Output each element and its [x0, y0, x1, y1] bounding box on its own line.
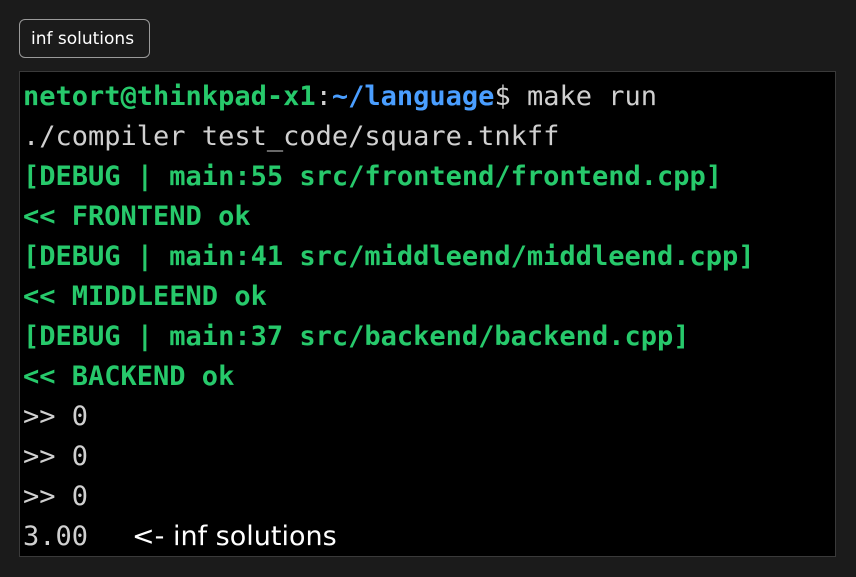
middleend-ok-line: << MIDDLEEND ok [23, 281, 267, 312]
debug-backend-line: [DEBUG | main:37 src/backend/backend.cpp… [23, 321, 690, 352]
terminal-window[interactable]: netort@thinkpad-x1:~/language$ make run … [19, 71, 836, 557]
result-line: 3.00 <- inf solutions [23, 517, 835, 556]
debug-middleend-line: [DEBUG | main:41 src/middleend/middleend… [23, 241, 755, 272]
frontend-ok-line: << FRONTEND ok [23, 201, 251, 232]
prompt-user-host: netort@thinkpad-x1 [23, 81, 316, 112]
prompt-dollar: $ [494, 81, 511, 112]
input-prompt-line: >> 0 [23, 481, 89, 512]
backend-ok-line: << BACKEND ok [23, 361, 235, 392]
prompt-colon: : [315, 81, 332, 112]
inf-solutions-tag-button[interactable]: inf solutions [19, 19, 150, 58]
terminal-prompt-line: netort@thinkpad-x1:~/language$ make run [23, 77, 835, 117]
terminal-output-line: ./compiler test_code/square.tnkff [23, 121, 560, 152]
prompt-command: make run [510, 81, 658, 112]
debug-frontend-line: [DEBUG | main:55 src/frontend/frontend.c… [23, 161, 722, 192]
input-prompt-line: >> 0 [23, 401, 89, 432]
result-value: 3.00 [23, 521, 89, 552]
input-prompt-line: >> 0 [23, 441, 89, 472]
prompt-path: ~/language [331, 81, 495, 112]
result-annotation: <- inf solutions [132, 521, 337, 552]
